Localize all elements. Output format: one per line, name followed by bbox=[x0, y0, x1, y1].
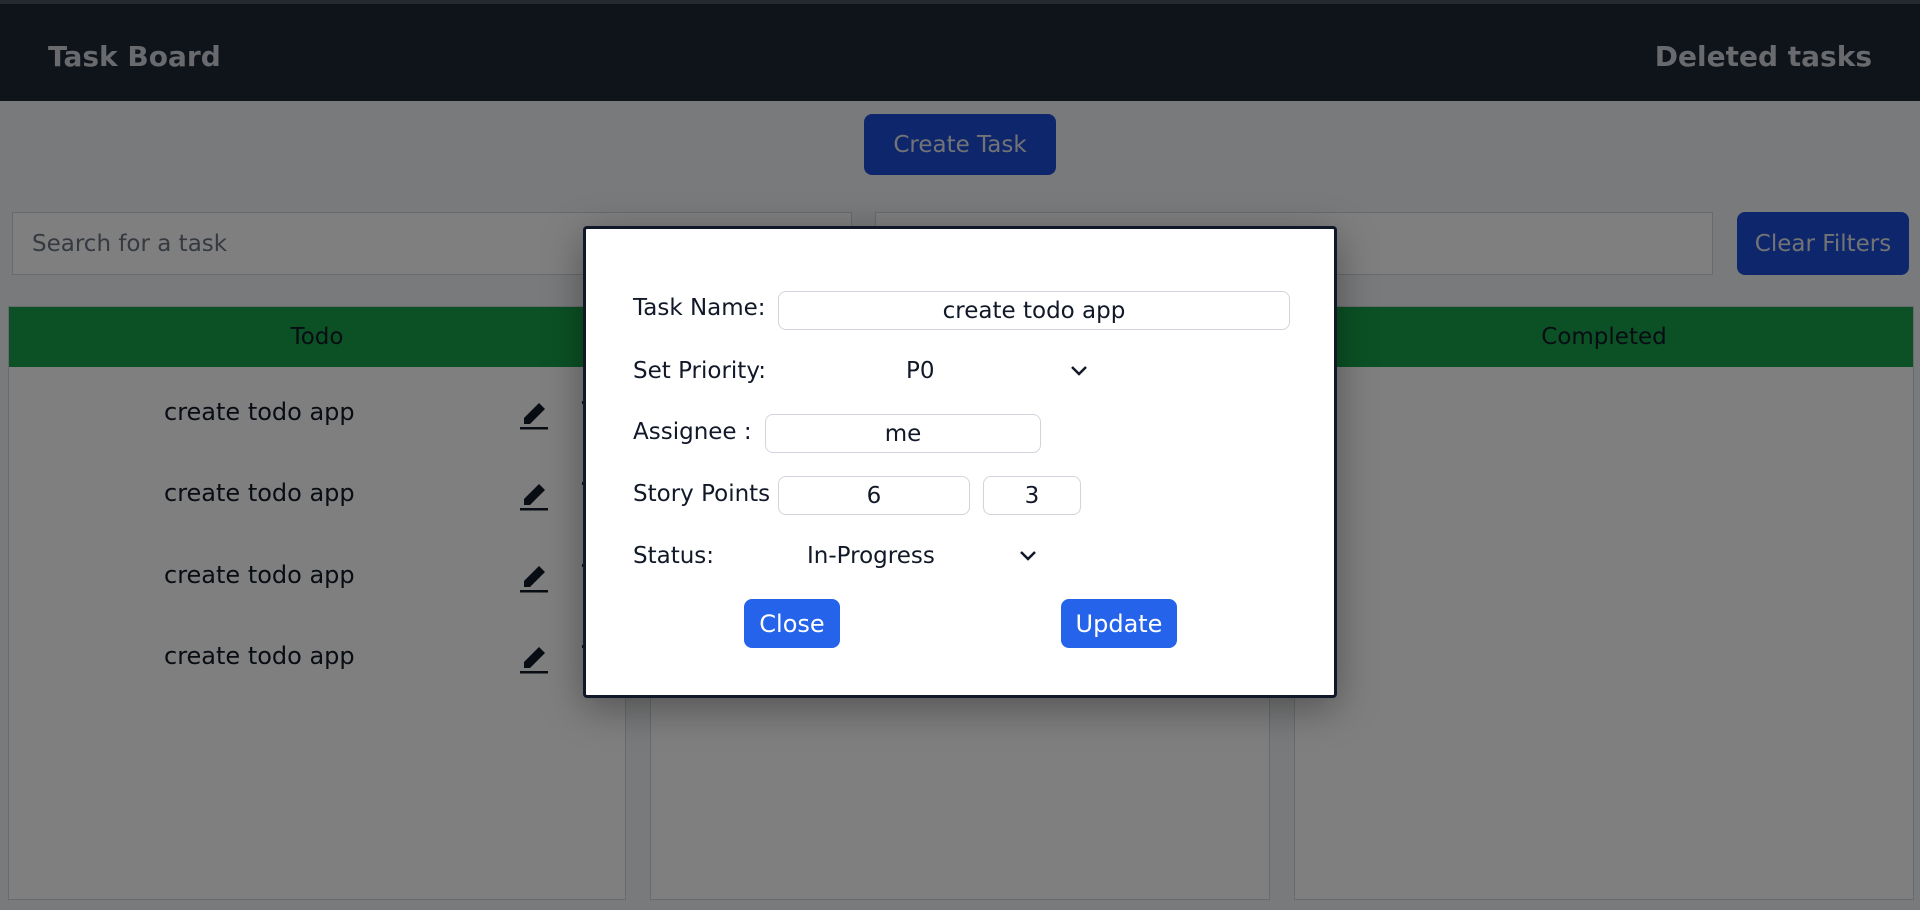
edit-task-modal: Task Name: create todo app Set Priority:… bbox=[583, 226, 1337, 698]
update-button[interactable]: Update bbox=[1061, 599, 1177, 648]
status-label: Status: bbox=[633, 543, 715, 569]
priority-value: P0 bbox=[906, 358, 935, 384]
priority-select[interactable]: P0 bbox=[906, 358, 1106, 388]
story-points-input[interactable]: 6 bbox=[778, 476, 970, 515]
story-points-label: Story Points : bbox=[633, 481, 786, 507]
task-name-label: Task Name: bbox=[633, 295, 766, 321]
assignee-label: Assignee : bbox=[633, 419, 752, 445]
task-name-input[interactable]: create todo app bbox=[778, 291, 1290, 330]
close-button[interactable]: Close bbox=[744, 599, 840, 648]
status-select[interactable]: In-Progress bbox=[807, 543, 1047, 573]
chevron-down-icon bbox=[1020, 551, 1036, 561]
assignee-input[interactable]: me bbox=[765, 414, 1041, 453]
priority-label: Set Priority: bbox=[633, 358, 767, 384]
story-points-secondary-input[interactable]: 3 bbox=[983, 476, 1081, 515]
chevron-down-icon bbox=[1071, 366, 1087, 376]
status-value: In-Progress bbox=[807, 543, 935, 569]
